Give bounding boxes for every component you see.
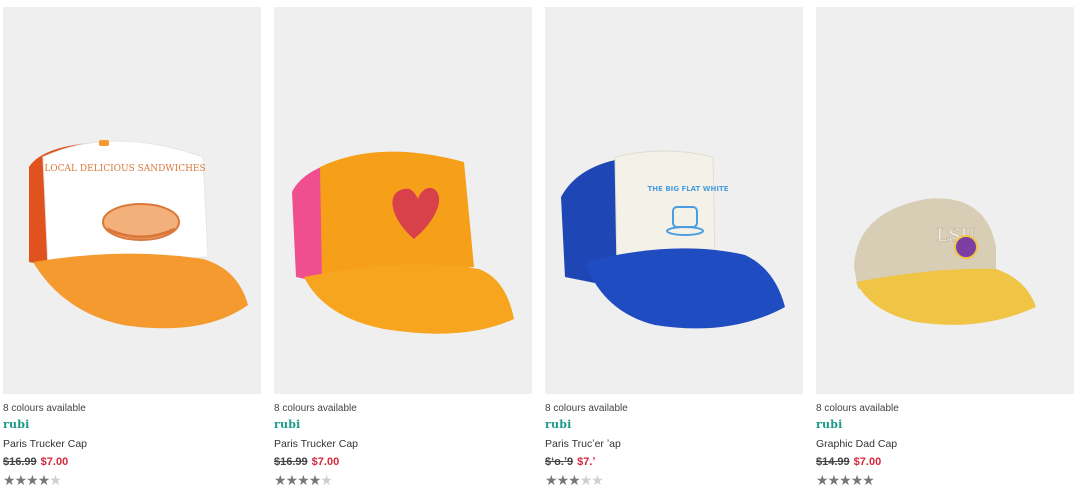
was-price: $ʻo.ʼ9 (545, 456, 574, 468)
star-icon: ★ (308, 472, 322, 488)
star-icon: ★ (26, 472, 39, 488)
star-icon: ★ (862, 472, 875, 488)
product-image[interactable]: THE BIG FLAT WHITE (545, 7, 803, 394)
was-price: $16.99 (3, 456, 37, 468)
svg-text:THE BIG FLAT WHITE: THE BIG FLAT WHITE (647, 185, 728, 193)
star-icon: ★ (297, 472, 310, 488)
price-row: $14.99 $7.00 (816, 455, 1074, 469)
product-name[interactable]: Paris Trucker Cap (3, 438, 261, 451)
brand-logo: rubi (3, 418, 30, 431)
star-icon: ★ (320, 472, 333, 488)
colours-available: 8 colours available (274, 403, 357, 414)
brand-logo: rubi (274, 418, 301, 431)
rating-stars: ★★★★★ (3, 473, 261, 487)
svg-text:LOCAL DELICIOUS SANDWICHES: LOCAL DELICIOUS SANDWICHES (44, 164, 205, 174)
rating-stars: ★★★★★ (274, 473, 532, 487)
colours-available: 8 colours available (3, 403, 86, 414)
star-icon: ★ (3, 472, 16, 488)
sale-price: $7.ʼ (577, 456, 596, 468)
star-icon: ★ (591, 472, 604, 488)
trucker-cap-heart-image (292, 151, 514, 334)
sale-price: $7.00 (853, 456, 882, 468)
star-icon: ★ (839, 472, 852, 488)
star-icon: ★ (556, 472, 570, 488)
product-name[interactable]: Paris Trucʼer ʼap (545, 438, 803, 451)
sale-price: $7.00 (311, 456, 340, 468)
product-image[interactable] (274, 7, 532, 394)
product-image[interactable]: LSU (816, 7, 1074, 394)
rating-stars: ★★★★★ (545, 473, 803, 487)
product-name[interactable]: Graphic Dad Cap (816, 438, 1074, 451)
product-image[interactable]: LOCAL DELICIOUS SANDWICHES (3, 7, 261, 394)
price-row: $16.99 $7.00 (3, 455, 261, 469)
brand-logo: rubi (816, 418, 843, 431)
star-icon: ★ (285, 472, 299, 488)
star-icon: ★ (14, 472, 28, 488)
dad-cap-lsu-image: LSU (854, 198, 1036, 325)
brand-logo: rubi (545, 418, 572, 431)
colours-available: 8 colours available (545, 403, 628, 414)
star-icon: ★ (568, 472, 581, 488)
star-icon: ★ (274, 472, 287, 488)
product-name[interactable]: Paris Trucker Cap (274, 438, 532, 451)
star-icon: ★ (579, 472, 593, 488)
star-icon: ★ (49, 472, 62, 488)
star-icon: ★ (37, 472, 51, 488)
was-price: $16.99 (274, 456, 308, 468)
product-card[interactable]: 8 colours available rubi Paris Trucker C… (274, 7, 532, 487)
star-icon: ★ (816, 472, 829, 488)
price-row: $16.99 $7.00 (274, 455, 532, 469)
star-icon: ★ (827, 472, 841, 488)
trucker-cap-sandwich-image: LOCAL DELICIOUS SANDWICHES (29, 140, 248, 329)
trucker-cap-flat-white-image: THE BIG FLAT WHITE (561, 150, 785, 329)
was-price: $14.99 (816, 456, 850, 468)
star-icon: ★ (850, 472, 864, 488)
rating-stars: ★★★★★ (816, 473, 1074, 487)
product-card[interactable]: LOCAL DELICIOUS SANDWICHES 8 colours ava… (3, 7, 261, 487)
price-row: $ʻo.ʼ9 $7.ʼ (545, 455, 803, 469)
product-card[interactable]: LSU 8 colours available rubi Graphic Dad… (816, 7, 1074, 487)
product-grid: LOCAL DELICIOUS SANDWICHES 8 colours ava… (0, 0, 1080, 493)
star-icon: ★ (545, 472, 558, 488)
colours-available: 8 colours available (816, 403, 899, 414)
sale-price: $7.00 (40, 456, 69, 468)
product-card[interactable]: THE BIG FLAT WHITE 8 colours available r… (545, 7, 803, 487)
